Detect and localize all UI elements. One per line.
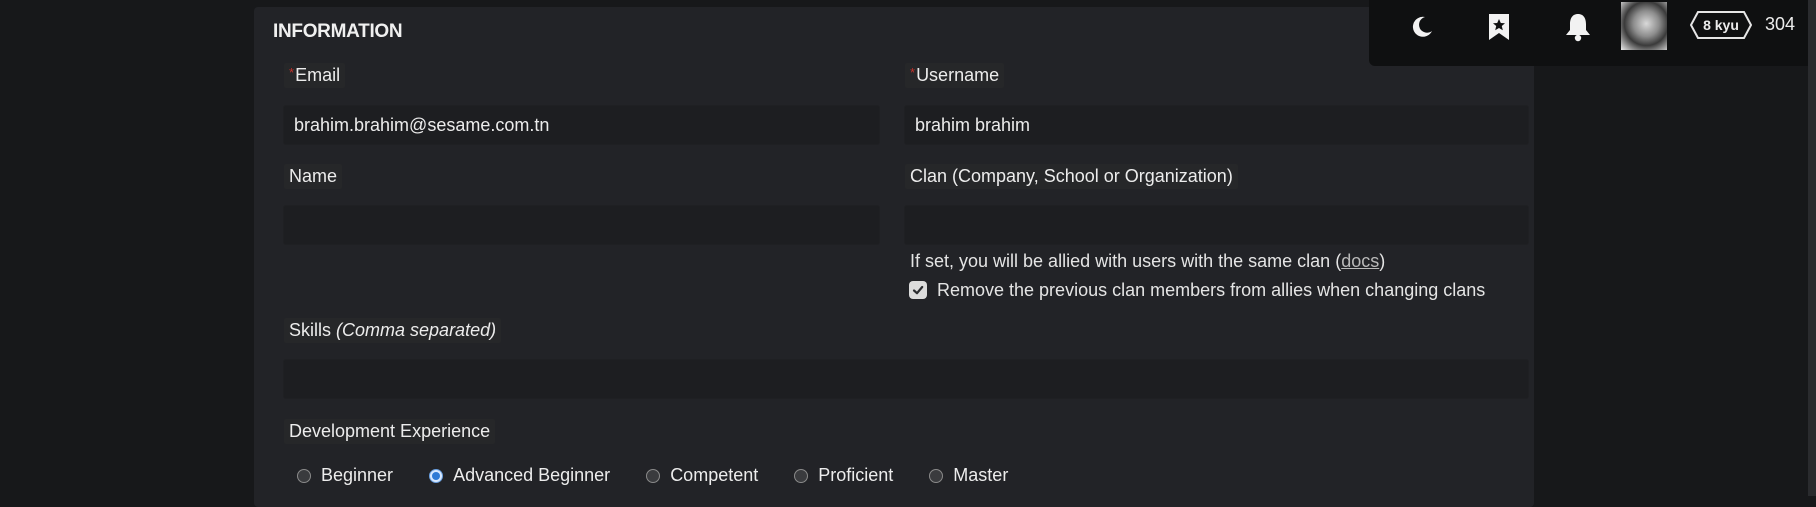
clan-field[interactable]: [904, 205, 1529, 245]
rank-badge[interactable]: 8 kyu: [1690, 11, 1752, 39]
skills-field[interactable]: [283, 359, 1529, 399]
radio-option-competent[interactable]: Competent: [646, 465, 758, 486]
required-mark: *: [910, 65, 916, 80]
radio-option-beginner[interactable]: Beginner: [297, 465, 393, 486]
remove-clan-allies-checkbox[interactable]: [909, 281, 927, 299]
moon-icon[interactable]: [1405, 10, 1439, 44]
email-field[interactable]: [283, 105, 880, 145]
required-mark: *: [289, 65, 295, 80]
radio-option-proficient[interactable]: Proficient: [794, 465, 893, 486]
bell-icon[interactable]: [1561, 10, 1595, 44]
name-field[interactable]: [283, 205, 880, 245]
scrollbar[interactable]: [1808, 0, 1816, 496]
radio-option-advanced-beginner[interactable]: Advanced Beginner: [429, 465, 610, 486]
information-panel: INFORMATION *Email *Username Name Clan (…: [254, 7, 1534, 507]
experience-radio-group: Beginner Advanced Beginner Competent Pro…: [297, 465, 1044, 486]
skills-label: Skills (Comma separated): [284, 318, 502, 343]
username-field[interactable]: [904, 105, 1529, 145]
experience-label: Development Experience: [284, 419, 496, 444]
docs-link[interactable]: docs: [1341, 251, 1379, 271]
radio-option-master[interactable]: Master: [929, 465, 1008, 486]
radio-button[interactable]: [646, 468, 661, 483]
username-label: *Username: [905, 63, 1005, 88]
clan-note: If set, you will be allied with users wi…: [910, 251, 1386, 271]
radio-button[interactable]: [794, 468, 809, 483]
remove-clan-allies-label: Remove the previous clan members from al…: [937, 280, 1486, 300]
check-icon: [912, 285, 924, 295]
avatar[interactable]: [1621, 2, 1667, 50]
honor-count: 304: [1765, 14, 1796, 34]
name-label: Name: [284, 164, 343, 189]
skills-hint: (Comma separated): [336, 320, 497, 340]
radio-button[interactable]: [929, 468, 944, 483]
radio-button[interactable]: [297, 468, 311, 483]
rank-label: 8 kyu: [1703, 17, 1739, 33]
section-title: INFORMATION: [273, 21, 403, 42]
email-label: *Email: [284, 63, 346, 88]
clan-label: Clan (Company, School or Organization): [905, 164, 1238, 189]
radio-button-selected[interactable]: [429, 468, 444, 483]
top-nav-bar: 8 kyu 304: [1369, 0, 1816, 66]
bookmark-star-icon[interactable]: [1482, 10, 1516, 44]
